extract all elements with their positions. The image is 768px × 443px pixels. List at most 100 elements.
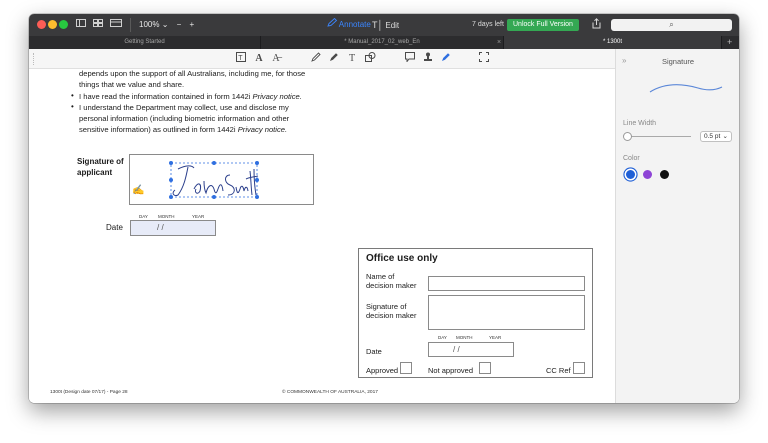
sidebar-toggle-icon[interactable]: [75, 18, 87, 32]
resize-handle[interactable]: [169, 178, 173, 182]
text-style-icon[interactable]: A̶: [269, 52, 283, 66]
signature-label-line: applicant: [77, 168, 113, 177]
label-line: decision maker: [366, 281, 417, 290]
zoom-value[interactable]: 100%: [139, 20, 159, 29]
toolbar-handle[interactable]: [33, 53, 35, 65]
search-field[interactable]: ⌕: [611, 19, 732, 31]
stroke-preview: [649, 84, 723, 93]
shape-tool-icon[interactable]: [363, 52, 377, 66]
signature-tool-icon[interactable]: [439, 52, 453, 66]
document-text-line: depends upon the support of all Australi…: [79, 69, 306, 78]
tab-manual[interactable]: * Manual_2017_02_web_En: [261, 36, 504, 49]
color-label: Color: [623, 155, 640, 162]
decision-maker-signature-field[interactable]: [428, 295, 585, 330]
zoom-out-button[interactable]: −: [177, 20, 182, 29]
not-approved-label: Not approved: [428, 366, 474, 375]
titlebar-divider: [130, 18, 132, 32]
type-text-icon[interactable]: T: [345, 52, 359, 66]
sidebar-title: Signature: [661, 57, 695, 66]
signature-annotation[interactable]: [166, 159, 262, 201]
sign-here-icon: ✍: [132, 185, 145, 196]
tab-close-button[interactable]: ×: [497, 36, 501, 49]
resize-handle[interactable]: [255, 195, 259, 199]
zoom-window-button[interactable]: [59, 20, 68, 29]
zoom-in-button[interactable]: +: [190, 20, 195, 29]
resize-handle[interactable]: [212, 161, 216, 165]
resize-handle[interactable]: [255, 178, 259, 182]
date-field[interactable]: / /: [130, 220, 216, 236]
note-icon[interactable]: [403, 52, 417, 66]
signature-label-line: Signature of: [77, 157, 124, 166]
document-page: depends upon the support of all Australi…: [29, 69, 615, 403]
color-swatch-black[interactable]: [660, 170, 669, 179]
tab-label: * 1300t: [602, 39, 623, 45]
date-month-caption: MONTH: [456, 335, 473, 340]
color-swatch-blue[interactable]: [626, 170, 635, 179]
chevron-down-icon[interactable]: ⌄: [162, 20, 169, 29]
document-text-line: personal information (including biometri…: [79, 114, 290, 123]
office-use-only-box: Office use only Name of decision maker S…: [358, 248, 593, 378]
footer-copyright: © COMMONWEALTH OF AUSTRALIA, 2017: [282, 390, 378, 395]
tab-getting-started[interactable]: Getting Started: [29, 36, 261, 49]
pen-tool-icon[interactable]: [327, 52, 341, 66]
office-date-label: Date: [366, 347, 382, 356]
text-tool-icon[interactable]: A: [252, 52, 266, 66]
decision-maker-name-field[interactable]: [428, 276, 585, 291]
share-icon[interactable]: [592, 18, 601, 34]
line-width-slider-thumb[interactable]: [623, 132, 632, 141]
annotate-mode-button[interactable]: Annotate: [327, 17, 371, 32]
date-year-caption: YEAR: [489, 335, 502, 340]
tab-bar: Getting Started * Manual_2017_02_web_En …: [29, 36, 739, 49]
date-month-caption: MONTH: [158, 214, 175, 219]
selection-bounds: [170, 162, 258, 198]
unlock-full-version-button[interactable]: Unlock Full Version: [507, 19, 579, 31]
line-width-select[interactable]: 0.5 pt ⌄: [700, 131, 732, 142]
tab-label: Getting Started: [124, 39, 165, 45]
bullet-icon: •: [71, 91, 74, 100]
label-line: decision maker: [366, 311, 417, 320]
annotate-label: Annotate: [338, 20, 371, 29]
page-layout-icon[interactable]: [109, 18, 123, 32]
stamp-icon[interactable]: [421, 52, 435, 66]
minimize-window-button[interactable]: [48, 20, 57, 29]
cc-ref-checkbox[interactable]: [573, 362, 585, 374]
signature-of-decision-maker-label: Signature of decision maker: [366, 302, 416, 320]
crop-icon[interactable]: [477, 52, 491, 66]
pencil-tool-icon[interactable]: [309, 52, 323, 66]
tab-label: * Manual_2017_02_web_En: [344, 39, 420, 45]
close-window-button[interactable]: [37, 20, 46, 29]
resize-handle[interactable]: [255, 161, 259, 165]
date-day-caption: DAY: [139, 214, 148, 219]
privacy-notice-emphasis: Privacy notice.: [237, 125, 288, 134]
svg-text:T: T: [238, 55, 243, 62]
name-of-decision-maker-label: Name of decision maker: [366, 272, 416, 290]
line-width-slider[interactable]: [627, 136, 691, 137]
color-swatch-purple[interactable]: [643, 170, 652, 179]
approved-label: Approved: [366, 366, 399, 375]
app-window: 100% ⌄ − + Annotate T│ Edit 7 days left …: [29, 14, 739, 403]
not-approved-checkbox[interactable]: [479, 362, 491, 374]
text-cursor-icon: T│: [372, 20, 384, 30]
date-label: Date: [106, 223, 123, 232]
edit-label: Edit: [385, 21, 400, 30]
zoom-control[interactable]: 100% ⌄ − +: [139, 18, 194, 32]
annotate-toolbar: T A A̶ T: [29, 49, 615, 69]
office-date-field[interactable]: / /: [428, 342, 514, 357]
date-separators: / /: [157, 223, 164, 232]
resize-handle[interactable]: [169, 161, 173, 165]
approved-checkbox[interactable]: [400, 362, 412, 374]
thumbnails-icon[interactable]: [92, 18, 104, 32]
search-icon: ⌕: [669, 20, 674, 29]
title-bar: 100% ⌄ − + Annotate T│ Edit 7 days left …: [29, 14, 739, 36]
tab-1300t[interactable]: * 1300t: [504, 36, 722, 49]
new-tab-button[interactable]: +: [727, 36, 732, 49]
document-text-line: I have read the information contained in…: [79, 92, 302, 101]
signature-sidebar: » Signature Line Width 0.5 pt ⌄ Color: [615, 49, 739, 403]
bullet-icon: •: [71, 102, 74, 111]
edit-mode-button[interactable]: T│ Edit: [372, 18, 399, 33]
resize-handle[interactable]: [169, 195, 173, 199]
footer-page-info: 1300t (Design date 07/17) - Page 28: [50, 390, 128, 395]
resize-handle[interactable]: [212, 195, 216, 199]
text-box-icon[interactable]: T: [234, 52, 248, 66]
privacy-notice-emphasis: Privacy notice.: [252, 92, 302, 101]
